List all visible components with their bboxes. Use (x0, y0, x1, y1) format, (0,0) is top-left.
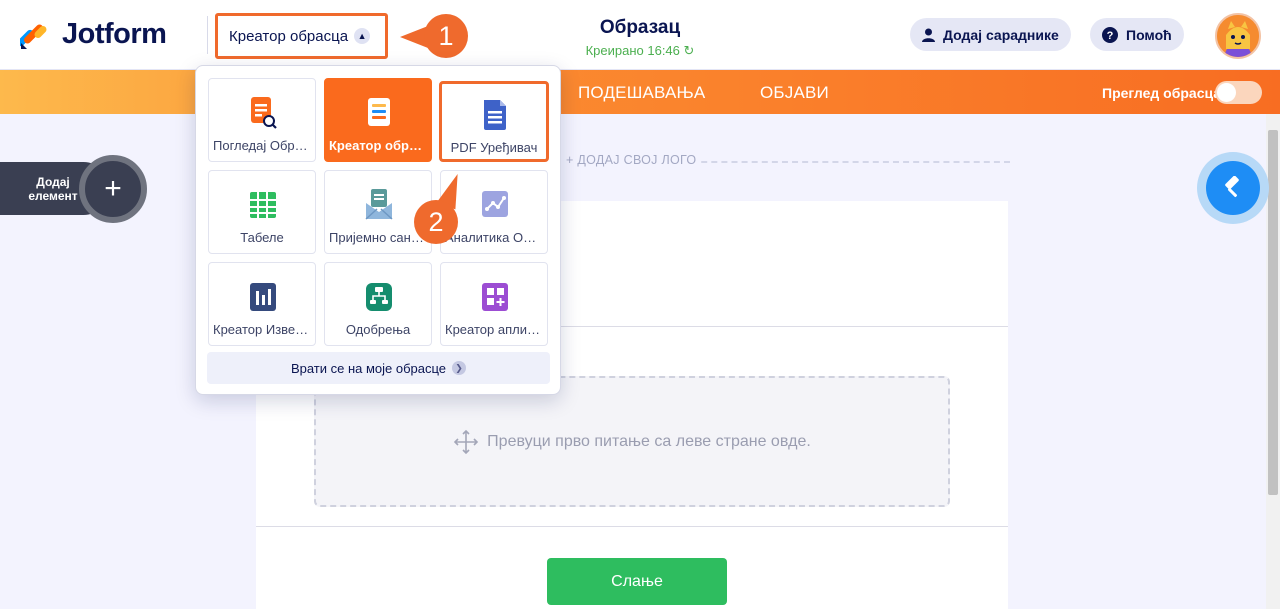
refresh-icon: ↻ (683, 43, 695, 58)
jotform-logo[interactable]: Jotform (17, 18, 167, 51)
add-collaborators-label: Додај сараднике (943, 26, 1059, 43)
inbox-icon (363, 187, 395, 223)
form-divider (256, 526, 1008, 527)
user-avatar[interactable] (1215, 13, 1261, 59)
tab-publish[interactable]: ОБЈАВИ (760, 83, 829, 103)
form-title[interactable]: Образац (555, 17, 725, 39)
builder-switcher-button[interactable]: Креатор обрасца ▲ (215, 13, 388, 59)
help-button[interactable]: ? Помоћ (1090, 18, 1184, 51)
back-to-my-forms-button[interactable]: Врати се на моје обрасце ❯ (207, 352, 550, 384)
add-element-label: Додај елемент (18, 175, 88, 203)
add-element-label-line2: елемент (28, 189, 78, 203)
header: Jotform Креатор обрасца ▲ Образац Креира… (0, 0, 1280, 70)
user-icon (922, 28, 935, 42)
callout-step-2: 2 (414, 170, 468, 244)
move-icon (453, 429, 479, 455)
builder-switcher-label: Креатор обрасца (229, 27, 349, 45)
tile-app-builder[interactable]: Креатор апликација (440, 262, 548, 346)
toggle-knob (1217, 83, 1236, 102)
tile-report-builder[interactable]: Креатор Извештаја (208, 262, 316, 346)
pdf-editor-icon (479, 97, 511, 133)
tile-label: Креатор обрасца (329, 138, 427, 153)
form-designer-button[interactable] (1197, 152, 1269, 224)
header-divider (207, 16, 208, 54)
preview-form-label: Преглед обрасца (1102, 85, 1222, 101)
svg-text:?: ? (1107, 30, 1114, 42)
form-builder-icon (363, 95, 395, 131)
callout-number: 2 (414, 200, 458, 244)
jotform-logo-icon (17, 19, 50, 51)
preview-form-toggle[interactable] (1215, 81, 1262, 104)
form-view-icon (247, 95, 279, 131)
chevron-up-icon: ▲ (354, 28, 371, 44)
app-builder-icon (479, 279, 511, 315)
tile-pdf-editor[interactable]: PDF Уређивач (439, 81, 549, 162)
tile-label: Пријемно сандуче (329, 230, 427, 245)
help-label: Помоћ (1126, 26, 1172, 43)
products-dropdown: Погледај Обрасце Креатор обрасца PDF Уре… (195, 65, 561, 395)
tile-label: Креатор Извештаја (213, 322, 311, 337)
builder-navbar: ПОДЕШАВАЊА ОБЈАВИ Преглед обрасца (0, 70, 1280, 114)
callout-step-1: 1 (400, 14, 470, 58)
chevron-right-icon: ❯ (452, 361, 467, 375)
scrollbar-thumb[interactable] (1268, 130, 1278, 495)
tile-form-builder[interactable]: Креатор обрасца (324, 78, 432, 162)
tile-label: Табеле (240, 230, 284, 245)
question-drop-zone[interactable]: Превуци прво питање са леве стране овде. (314, 376, 950, 507)
plus-icon[interactable]: + (79, 155, 147, 223)
tile-label: PDF Уређивач (450, 140, 538, 155)
tile-form-view[interactable]: Погледај Обрасце (208, 78, 316, 162)
add-collaborators-button[interactable]: Додај сараднике (910, 18, 1071, 51)
add-element-label-line1: Додај (36, 175, 70, 189)
drop-zone-hint: Превуци прво питање са леве стране овде. (487, 432, 811, 450)
add-logo-link[interactable]: + ДОДАЈ СВОЈ ЛОГО (562, 153, 701, 167)
tab-settings[interactable]: ПОДЕШАВАЊА (578, 83, 705, 103)
tables-icon (247, 187, 279, 223)
tile-label: Одобрења (345, 322, 411, 337)
form-status: Креирано 16:46 ↻ (555, 43, 725, 59)
tile-approvals[interactable]: Одобрења (324, 262, 432, 346)
report-builder-icon (247, 279, 279, 315)
approvals-icon (363, 279, 395, 315)
back-to-my-forms-label: Врати се на моје обрасце (290, 360, 447, 376)
tile-label: Погледај Обрасце (213, 138, 311, 153)
analytics-icon (479, 187, 511, 223)
form-status-text: Креирано 16:46 (585, 43, 680, 58)
tile-label: Креатор апликација (445, 322, 543, 337)
tile-tables[interactable]: Табеле (208, 170, 316, 254)
callout-number: 1 (424, 14, 468, 58)
paint-roller-icon (1206, 161, 1260, 215)
logo-text: Jotform (62, 18, 167, 50)
help-icon: ? (1102, 26, 1118, 43)
submit-button[interactable]: Слање (547, 558, 727, 605)
